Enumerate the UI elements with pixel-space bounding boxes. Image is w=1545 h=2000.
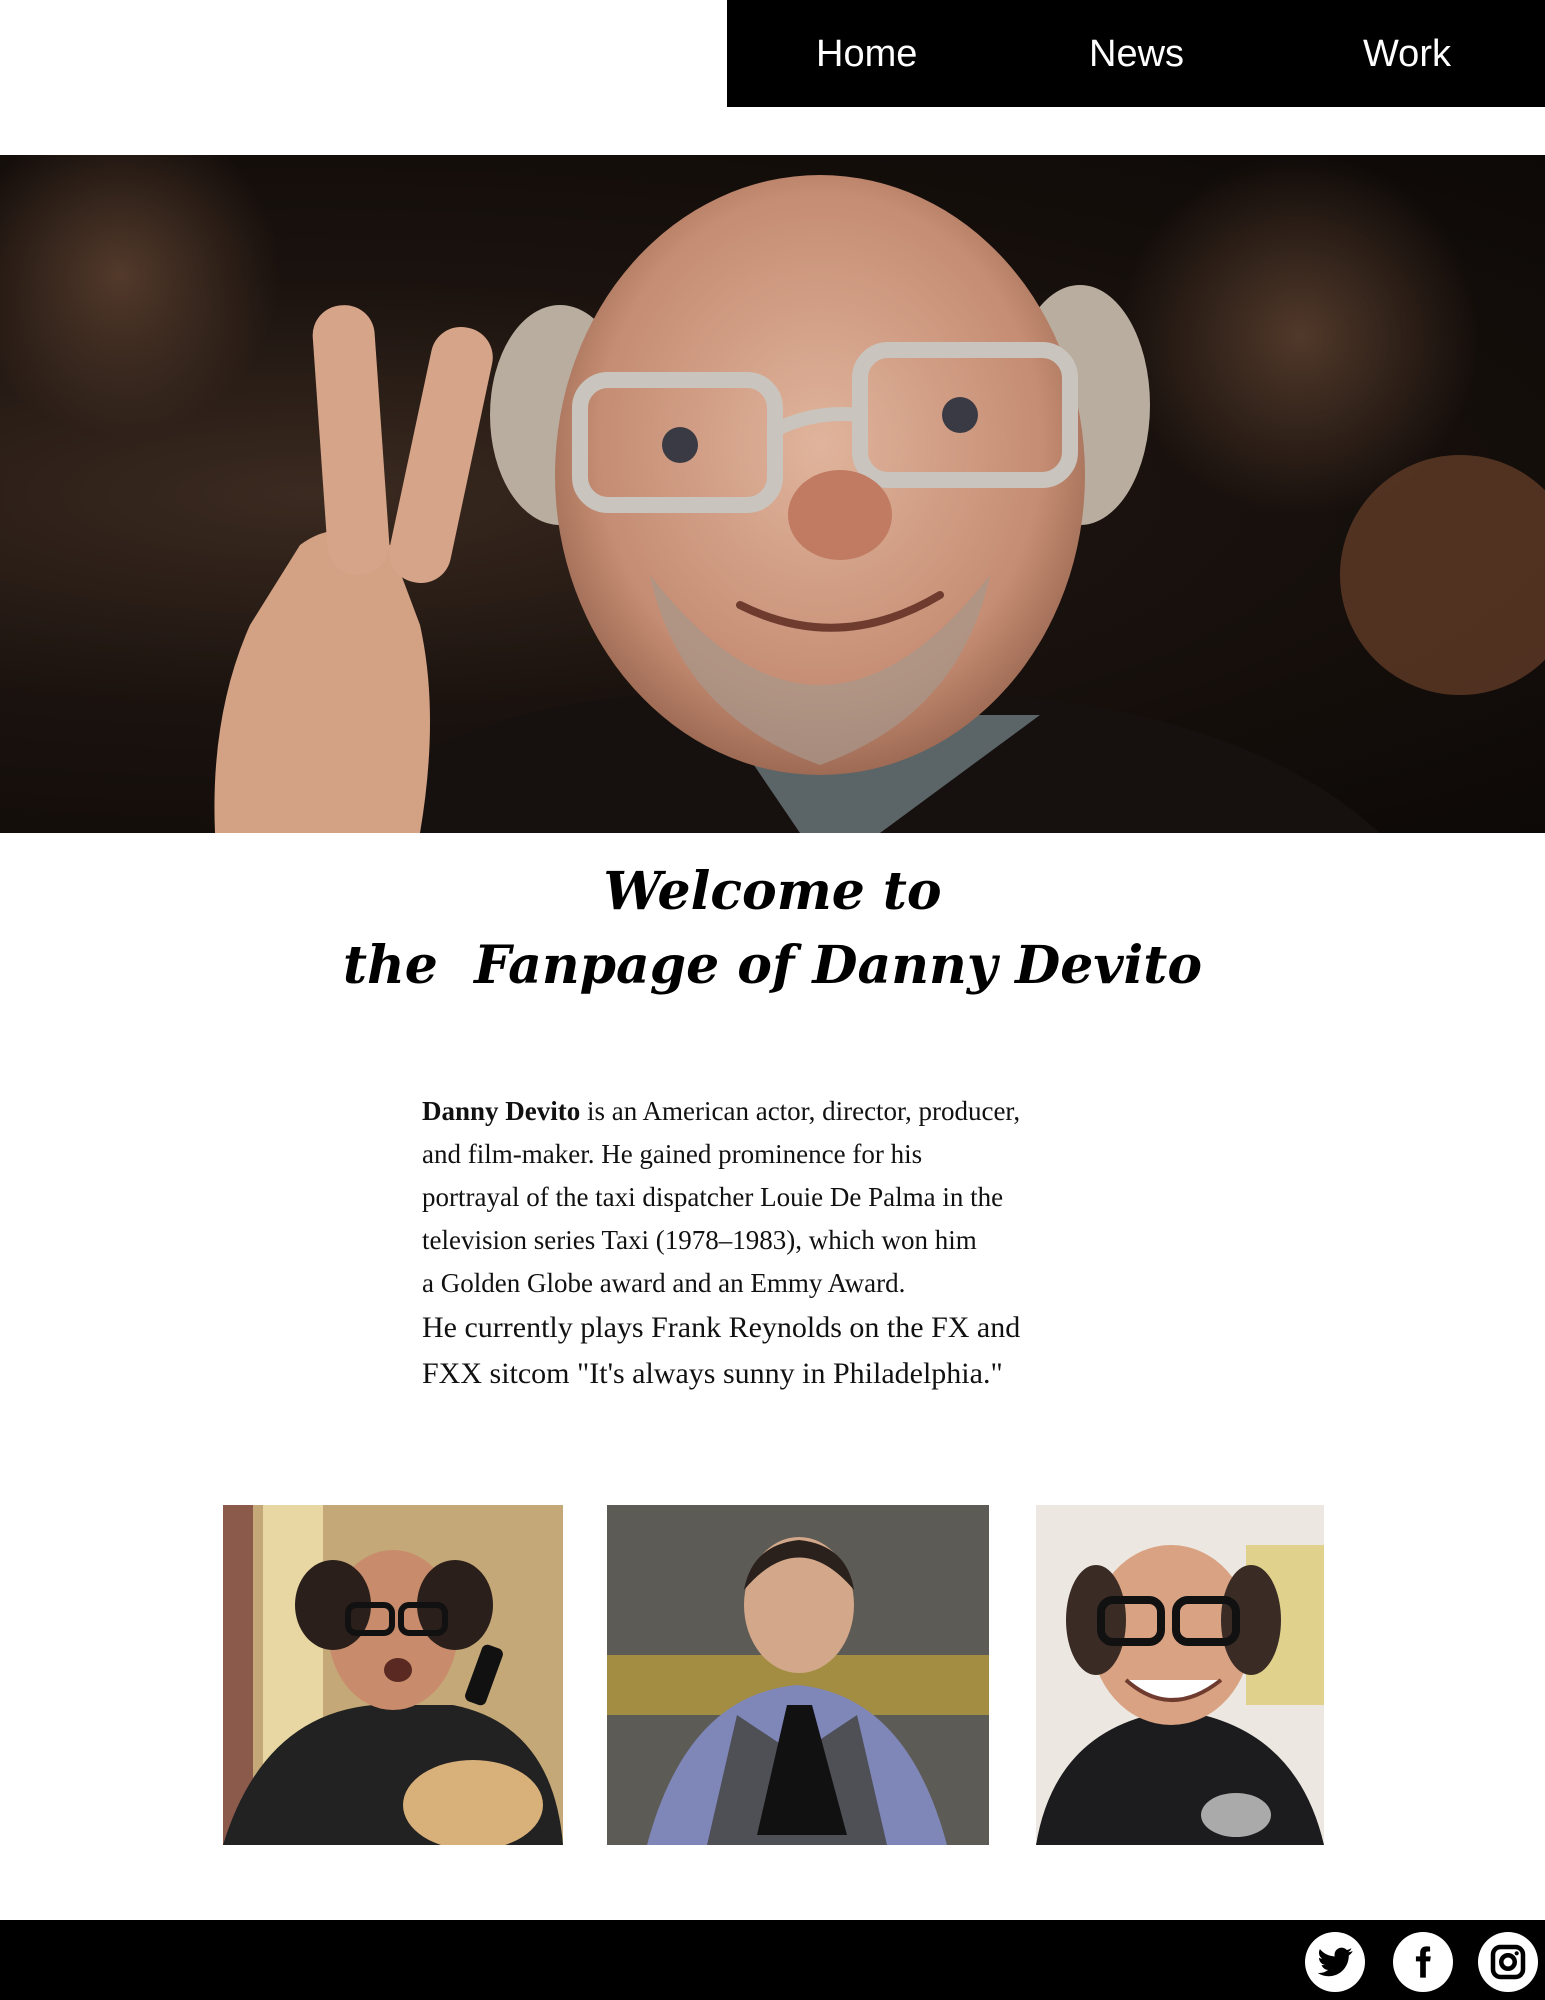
bio-name: Danny Devito: [422, 1096, 581, 1126]
bio-line-3: portrayal of the taxi dispatcher Louie D…: [422, 1182, 1004, 1212]
bio-paragraph: Danny Devito is an American actor, direc…: [422, 1090, 1122, 1397]
nav-news-link[interactable]: News: [1089, 30, 1184, 78]
facebook-icon[interactable]: [1393, 1932, 1453, 1992]
hero-image: [0, 155, 1545, 833]
gallery-photo-3[interactable]: [1036, 1505, 1324, 1845]
bio-line-1: is an American actor, director, producer…: [580, 1096, 1021, 1126]
instagram-icon[interactable]: [1478, 1932, 1538, 1992]
twitter-icon[interactable]: [1305, 1932, 1365, 1992]
bio-line-2: and film-maker. He gained prominence for…: [422, 1139, 923, 1169]
bio-line: Danny Devito is an American actor, direc…: [422, 1090, 1122, 1133]
bio-line-4: television series Taxi (1978–1983), whic…: [422, 1225, 977, 1255]
page-title: Welcome to the Fanpage of Danny Devito: [0, 855, 1545, 1003]
bio-line-7: FXX sitcom "It's always sunny in Philade…: [422, 1357, 1003, 1390]
gallery-photo-1[interactable]: [223, 1505, 563, 1845]
title-line-1: Welcome to: [603, 861, 942, 922]
nav-home-link[interactable]: Home: [816, 30, 917, 78]
top-nav: Home News Work: [727, 0, 1545, 107]
gallery-photo-2[interactable]: [607, 1505, 989, 1845]
bio-line-5: a Golden Globe award and an Emmy Award.: [422, 1268, 906, 1298]
nav-work-link[interactable]: Work: [1363, 30, 1451, 78]
title-line-2: the Fanpage of Danny Devito: [342, 935, 1202, 996]
bio-line-6: He currently plays Frank Reynolds on the…: [422, 1311, 1021, 1344]
